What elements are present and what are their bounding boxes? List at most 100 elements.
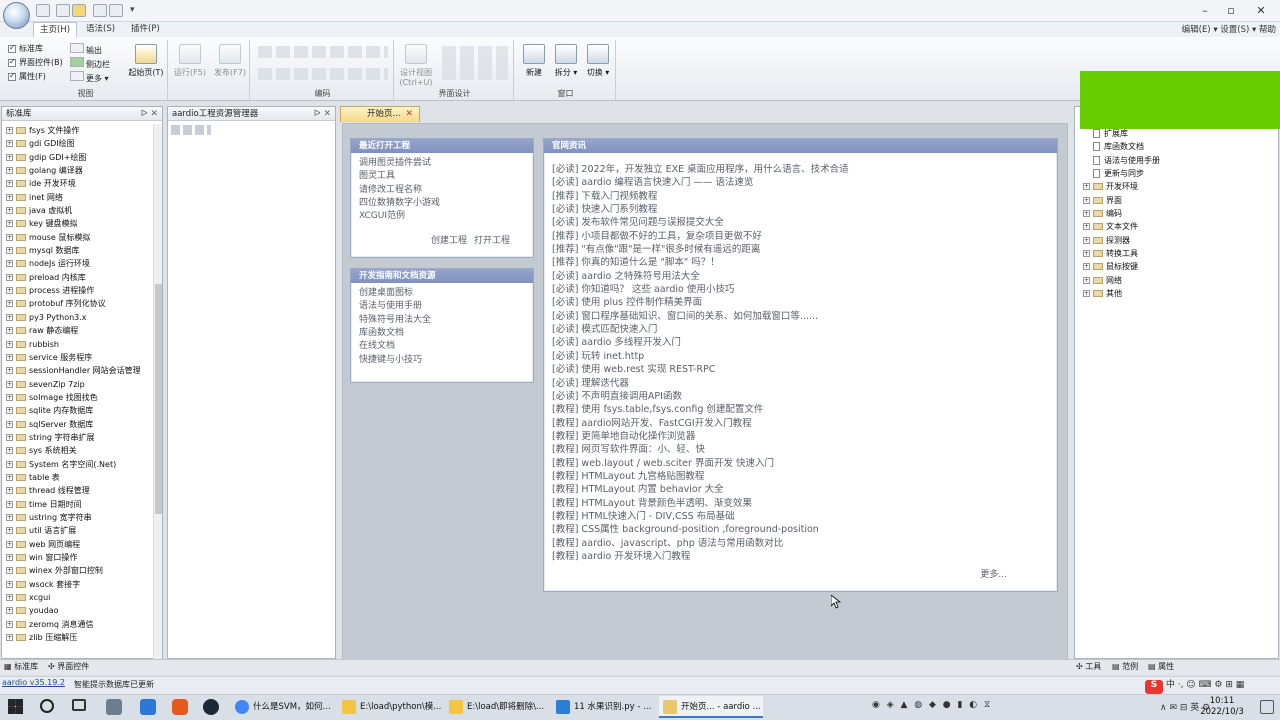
close-icon[interactable]: ✕ bbox=[1250, 3, 1272, 19]
expand-icon[interactable]: + bbox=[6, 580, 13, 588]
list-item[interactable]: [推荐] 小项目都做不好的工具，复杂项目更做不好 bbox=[552, 230, 1057, 243]
brave-icon[interactable] bbox=[172, 699, 188, 715]
tree-item[interactable]: + winex 外部窗口控制 bbox=[2, 564, 154, 577]
expand-icon[interactable]: + bbox=[1083, 183, 1090, 191]
bottom-tab-properties[interactable]: ▤ 属性 bbox=[1148, 661, 1174, 672]
expand-icon[interactable]: + bbox=[6, 473, 13, 481]
list-item[interactable]: 请修改工程名称 bbox=[359, 184, 533, 197]
tab-plugins[interactable]: 插件(P) bbox=[125, 22, 166, 37]
close-tab-icon[interactable]: ✕ bbox=[405, 107, 413, 122]
list-item[interactable]: [必读] aardio 多线程开发入门 bbox=[552, 336, 1057, 349]
create-project-link[interactable]: 创建工程 bbox=[431, 235, 467, 248]
minimize-icon[interactable]: – bbox=[1194, 3, 1216, 19]
tree-item[interactable]: + preload 内核库 bbox=[2, 271, 154, 284]
expand-icon[interactable]: + bbox=[1083, 236, 1090, 244]
tree-item[interactable]: + System 名字空间(.Net) bbox=[2, 458, 154, 471]
list-item[interactable]: [必读] 理解迭代器 bbox=[552, 377, 1057, 390]
tree-item[interactable]: + zlib 压缩解压 bbox=[2, 631, 154, 644]
list-item[interactable]: [教程] 更简单地自动化操作浏览器 bbox=[552, 430, 1057, 443]
tab-start-page[interactable]: 开始页... ✕ bbox=[340, 106, 420, 122]
task-view-icon[interactable] bbox=[72, 699, 86, 711]
tree-item[interactable]: + fsys 文件操作 bbox=[2, 124, 154, 137]
list-item[interactable]: [必读] 2022年，开发独立 EXE 桌面应用程序，用什么语言、技术合适 bbox=[552, 163, 1057, 176]
expand-icon[interactable]: + bbox=[6, 554, 13, 561]
expand-icon[interactable]: + bbox=[6, 433, 13, 441]
expand-icon[interactable]: + bbox=[6, 340, 13, 348]
new-window-button[interactable]: 新建 bbox=[518, 44, 550, 78]
tree-item[interactable]: + table 表 bbox=[2, 471, 154, 484]
list-item[interactable]: [教程] 使用 fsys.table,fsys.config 创建配置文件 bbox=[552, 403, 1057, 416]
list-item[interactable]: [推荐] 下载入门视频教程 bbox=[552, 190, 1057, 203]
tree-item[interactable]: + time 日期时间 bbox=[2, 498, 154, 511]
expand-icon[interactable]: + bbox=[6, 247, 13, 255]
tree-item[interactable]: + process 进程操作 bbox=[2, 284, 154, 297]
right-tree-item[interactable]: 扩展库 bbox=[1079, 127, 1275, 140]
list-item[interactable]: [教程] HTML快速入门 - DIV,CSS 布局基础 bbox=[552, 510, 1057, 523]
tree-item[interactable]: + nodeJs 运行环境 bbox=[2, 257, 154, 270]
expand-icon[interactable]: + bbox=[6, 127, 13, 134]
stdlib-scrollbar[interactable] bbox=[153, 124, 162, 660]
expand-icon[interactable]: + bbox=[6, 540, 13, 548]
task-explorer-python[interactable]: E:\load\python\模... bbox=[338, 696, 442, 718]
menu-right[interactable]: 编辑(E) ▾ 设置(S) ▾ 帮助 bbox=[1182, 23, 1276, 35]
list-item[interactable]: [必读] 不声明直接调用API函数 bbox=[552, 390, 1057, 403]
expand-icon[interactable]: + bbox=[6, 527, 13, 535]
expand-icon[interactable]: + bbox=[6, 407, 13, 415]
bottom-tab-stdlib[interactable]: ▦ 标准库 bbox=[4, 661, 38, 672]
list-item[interactable]: [教程] HTMLayout 九宫格贴图教程 bbox=[552, 470, 1057, 483]
pin-icon[interactable]: ᐅ ✕ bbox=[314, 107, 331, 121]
expand-icon[interactable]: + bbox=[6, 513, 13, 521]
expand-icon[interactable]: + bbox=[6, 260, 13, 268]
task-aardio[interactable]: 开始页... - aardio ... bbox=[659, 696, 763, 718]
expand-icon[interactable]: + bbox=[6, 180, 13, 188]
save-icon[interactable] bbox=[93, 4, 107, 17]
start-page-button[interactable]: 起始页(T) bbox=[124, 44, 168, 78]
bottom-tab-samples[interactable]: ▤ 范例 bbox=[1112, 661, 1138, 672]
tree-item[interactable]: + mysql 数据库 bbox=[2, 244, 154, 257]
layout-tool-icons[interactable] bbox=[442, 46, 508, 80]
tree-item[interactable]: + ide 开发环境 bbox=[2, 177, 154, 190]
pin-icon[interactable]: ᐅ ✕ bbox=[141, 107, 158, 121]
tree-item[interactable]: + gdi GDI绘图 bbox=[2, 137, 154, 150]
right-tree-folder[interactable]: + 鼠标按键 bbox=[1079, 260, 1275, 273]
tree-item[interactable]: + sessionHandler 网站会话管理 bbox=[2, 364, 154, 377]
expand-icon[interactable]: + bbox=[6, 420, 13, 428]
clock[interactable]: 10:11 2022/10/3 bbox=[1192, 696, 1252, 718]
ime-toolbar[interactable]: S 中 ·, ☺ ⌨ ⚙ ⊞ ▦ bbox=[1145, 677, 1280, 694]
expand-icon[interactable]: + bbox=[6, 313, 13, 321]
expand-icon[interactable]: + bbox=[6, 220, 13, 228]
right-tree-item[interactable]: 语法与使用手册 bbox=[1079, 154, 1275, 167]
tree-item[interactable]: + web 网页编程 bbox=[2, 538, 154, 551]
app-menu-orb[interactable] bbox=[3, 2, 30, 29]
task-explorer-delete[interactable]: E:\load\即将删除\... bbox=[445, 696, 549, 718]
sidebar-button[interactable]: 侧边栏 bbox=[70, 57, 110, 70]
check-stdlib[interactable]: 标准库 bbox=[8, 43, 43, 54]
start-icon[interactable] bbox=[8, 699, 23, 714]
list-item[interactable]: 创建桌面图标 bbox=[359, 287, 533, 300]
list-item[interactable]: [推荐] 你真的知道什么是 "脚本" 吗？！ bbox=[552, 256, 1057, 269]
edit-toolbar-icons[interactable] bbox=[258, 46, 388, 58]
list-item[interactable]: 在线文档 bbox=[359, 340, 533, 353]
design-view-button[interactable]: 设计视图 (Ctrl+U) bbox=[396, 44, 436, 87]
app-icon[interactable] bbox=[106, 699, 122, 715]
switch-button[interactable]: 切换 ▾ bbox=[582, 44, 614, 78]
expand-icon[interactable]: + bbox=[6, 380, 13, 388]
expand-icon[interactable]: + bbox=[1083, 223, 1090, 231]
list-item[interactable]: XCGUI范例 bbox=[359, 210, 533, 223]
maximize-icon[interactable]: ▫ bbox=[1220, 3, 1242, 19]
list-item[interactable]: [必读] 快速入门系列教程 bbox=[552, 203, 1057, 216]
sogou-icon[interactable]: S bbox=[1145, 680, 1163, 694]
expand-icon[interactable]: + bbox=[6, 193, 13, 201]
list-item[interactable]: [推荐] "有点像"跟"是一样"很多时候有遥远的距离 bbox=[552, 243, 1057, 256]
open-project-link[interactable]: 打开工程 bbox=[474, 235, 510, 248]
list-item[interactable]: [必读] 玩转 inet.http bbox=[552, 350, 1057, 363]
tree-item[interactable]: + win 窗口操作 bbox=[2, 551, 154, 564]
expand-icon[interactable]: + bbox=[1083, 263, 1090, 271]
mail-icon[interactable] bbox=[140, 699, 156, 715]
expand-icon[interactable]: + bbox=[6, 273, 13, 281]
expand-icon[interactable]: + bbox=[6, 207, 13, 215]
expand-icon[interactable]: + bbox=[1083, 250, 1090, 258]
tree-item[interactable]: + thread 线程管理 bbox=[2, 484, 154, 497]
tree-item[interactable]: + sevenZip 7zip bbox=[2, 378, 154, 391]
expand-icon[interactable]: + bbox=[6, 233, 13, 241]
